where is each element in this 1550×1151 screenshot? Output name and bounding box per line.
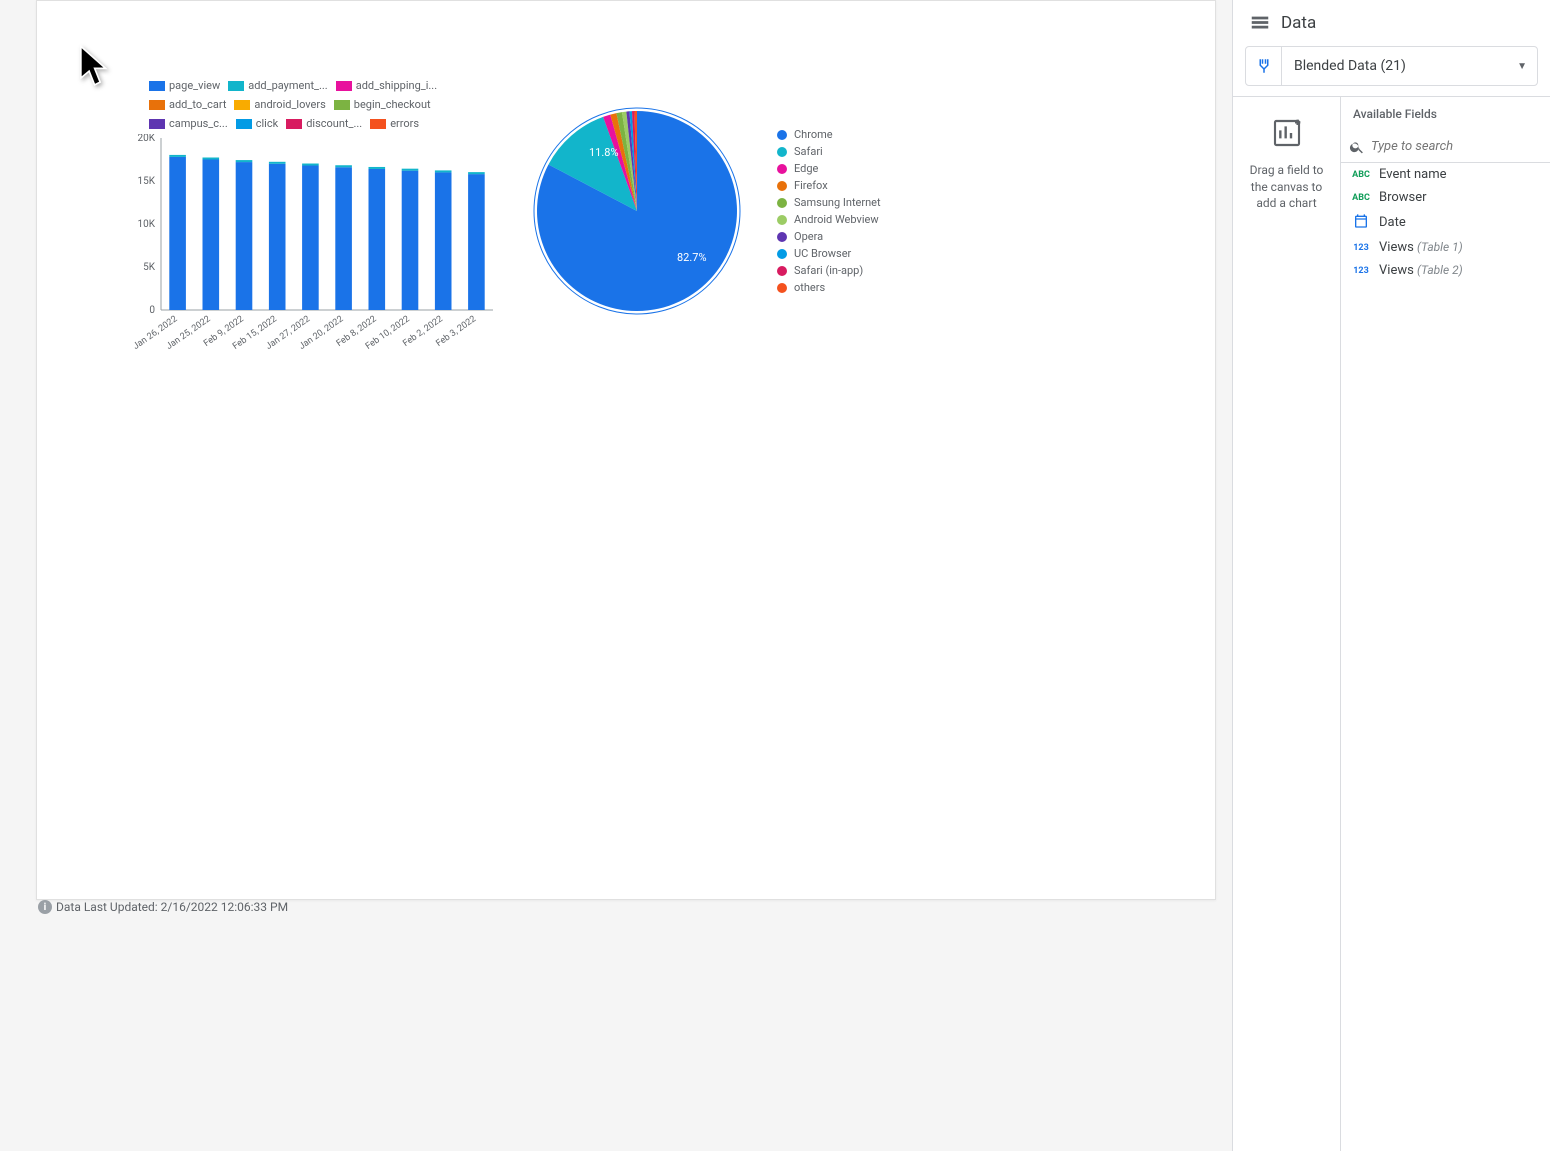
data-last-updated: Data Last Updated: 2/16/2022 12:06:33 PM	[56, 900, 288, 914]
blend-icon	[1246, 47, 1282, 85]
field-row[interactable]: Date	[1341, 209, 1550, 236]
pie-chart[interactable]: 82.7% 11.8% ChromeSafariEdgeFirefoxSamsun…	[527, 101, 881, 321]
add-chart-dropzone[interactable]: Drag a field to the canvas to add a char…	[1233, 97, 1341, 1151]
datasource-selector[interactable]: Blended Data (21) ▼	[1245, 46, 1538, 86]
available-fields-header: Available Fields	[1341, 97, 1550, 131]
dropzone-hint: Drag a field to the canvas to add a char…	[1245, 162, 1328, 212]
svg-text:5K: 5K	[143, 262, 156, 273]
field-label: Views (Table 1)	[1379, 240, 1463, 255]
svg-text:82.7%: 82.7%	[677, 251, 707, 264]
svg-text:15K: 15K	[137, 176, 155, 187]
svg-text:11.8%: 11.8%	[589, 146, 619, 159]
field-search[interactable]	[1341, 131, 1550, 163]
field-row[interactable]: 123 Views (Table 2)	[1341, 259, 1550, 282]
field-row[interactable]: ABC Event name	[1341, 163, 1550, 186]
field-row[interactable]: 123 Views (Table 1)	[1341, 236, 1550, 259]
info-icon: i	[38, 900, 52, 914]
bar-chart-legend: page_viewadd_payment_...add_shipping_i..…	[149, 79, 485, 130]
text-type-icon: ABC	[1351, 193, 1371, 203]
field-label: Event name	[1379, 167, 1447, 182]
field-label: Browser	[1379, 190, 1427, 205]
number-type-icon: 123	[1351, 266, 1371, 276]
search-icon	[1349, 139, 1365, 155]
data-panel: Data Blended Data (21) ▼ Drag a field to…	[1232, 0, 1550, 1151]
data-panel-header: Data	[1233, 0, 1550, 46]
svg-text:20K: 20K	[137, 134, 155, 144]
text-type-icon: ABC	[1351, 170, 1371, 180]
field-search-input[interactable]	[1365, 135, 1542, 158]
data-panel-title: Data	[1281, 13, 1316, 33]
svg-text:0: 0	[149, 305, 155, 316]
bar-chart-svg: 20K15K10K5K0Jan 26, 2022Jan 25, 2022Feb …	[117, 134, 497, 364]
svg-text:10K: 10K	[137, 219, 155, 230]
pie-chart-legend: ChromeSafariEdgeFirefoxSamsung InternetA…	[777, 128, 881, 294]
field-row[interactable]: ABC Browser	[1341, 186, 1550, 209]
bar-chart[interactable]: page_viewadd_payment_...add_shipping_i..…	[117, 79, 497, 364]
available-fields: Available Fields ABC Event name ABC Browser…	[1341, 97, 1550, 1151]
number-type-icon: 123	[1351, 243, 1371, 253]
add-chart-icon	[1271, 117, 1303, 149]
report-canvas[interactable]: page_viewadd_payment_...add_shipping_i..…	[36, 0, 1216, 900]
field-label: Date	[1379, 215, 1406, 230]
field-label: Views (Table 2)	[1379, 263, 1463, 278]
date-type-icon	[1351, 213, 1371, 232]
data-icon	[1249, 12, 1271, 34]
data-freshness-footer: i Data Last Updated: 2/16/2022 12:06:33 …	[38, 900, 288, 914]
chevron-down-icon: ▼	[1507, 61, 1537, 72]
datasource-name: Blended Data (21)	[1282, 58, 1507, 74]
pie-chart-svg: 82.7% 11.8%	[527, 101, 747, 321]
